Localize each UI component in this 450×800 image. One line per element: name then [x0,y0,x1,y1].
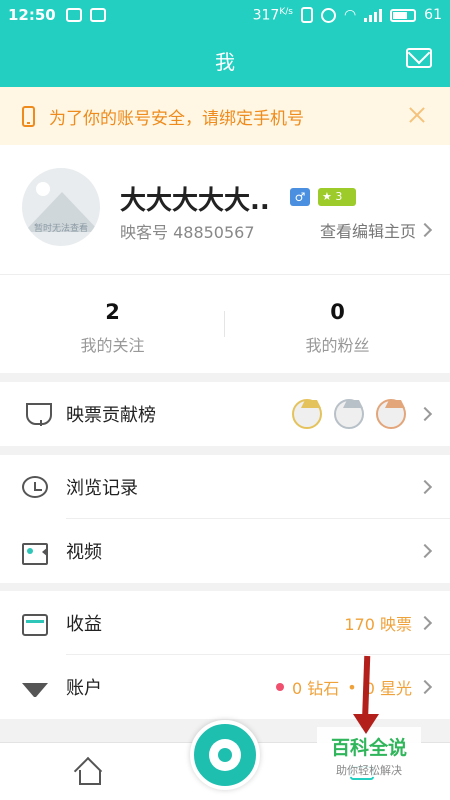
status-bar: 12:50 317K/s ◠ 61 [0,0,450,30]
stats-divider [224,311,225,337]
history-row[interactable]: 浏览记录 [0,455,450,519]
ranking-right [292,399,433,429]
account-row[interactable]: 账户 0 钻石 • 0 星光 [0,655,450,719]
star-icon: ★ [322,190,332,203]
gold-crown-avatar [292,399,322,429]
chevron-right-icon [417,406,433,422]
alarm-icon [320,7,336,23]
avatar-placeholder-text: 暂时无法查看 [33,224,88,234]
clock-icon [22,476,48,498]
watermark-title: 百科全说 [330,737,407,759]
edit-profile-label: 查看编辑主页 [319,222,416,241]
history-right [417,479,433,495]
profile-card: 暂时无法查看 大大大大大.. ♂ ★ 3 映客号 48850567 查看编辑主页 [0,145,450,275]
gender-badge: ♂ [290,188,310,206]
notification-icon [65,8,82,22]
watermark: 百科全说 助你轻松解决 [317,727,421,777]
trophy-icon [26,403,52,426]
chevron-right-icon [417,222,433,238]
income-row[interactable]: 收益 170 映票 [0,591,450,655]
account-right: 0 钻石 • 0 星光 [276,675,433,699]
income-value: 170 映票 [344,615,412,634]
status-time: 12:50 [8,6,56,24]
income-right: 170 映票 [344,611,433,635]
battery-icon [390,8,417,22]
annotation-arrow-head [353,714,379,734]
video-icon [22,543,48,565]
following-stat[interactable]: 2 我的关注 [0,275,225,373]
chevron-right-icon [417,479,433,495]
bronze-crown-avatar [376,399,406,429]
stats-bar: 2 我的关注 0 我的粉丝 [0,275,450,373]
level-value: 3 [335,190,343,203]
video-row[interactable]: 视频 [0,519,450,583]
avatar[interactable]: 暂时无法查看 [22,168,100,246]
silver-crown-avatar [334,399,364,429]
account-label: 账户 [66,678,102,699]
dot-separator: • [347,677,357,697]
video-label: 视频 [66,542,102,563]
edit-profile-link[interactable]: 查看编辑主页 [319,218,433,242]
header: 我 [0,30,450,87]
speed-value: 317 [252,7,280,24]
fans-count: 0 [330,300,345,324]
diamond-balance: 0 钻石 [292,679,340,698]
chevron-right-icon [417,543,433,559]
username: 大大大大大.. [120,186,270,216]
level-badge: ★ 3 [318,188,356,206]
wallet-icon [22,614,48,636]
ranking-row[interactable]: 映票贡献榜 [0,382,450,446]
wifi-icon: ◠ [343,7,357,23]
history-label: 浏览记录 [66,478,138,499]
fans-label: 我的粉丝 [305,336,370,355]
home-icon[interactable] [75,759,101,785]
star-balance: 0 星光 [364,679,412,698]
watermark-subtitle: 助你轻松解决 [336,764,402,777]
user-id: 映客号 48850567 [120,223,255,242]
diamond-icon [22,683,48,705]
battery-level: 61 [424,7,442,23]
chevron-right-icon [417,679,433,695]
red-dot-icon [276,683,284,691]
network-speed: 317K/s [253,7,293,24]
following-count: 2 [105,300,120,324]
video-right [417,543,433,559]
following-label: 我的关注 [80,336,145,355]
chevron-right-icon [417,615,433,631]
live-record-button[interactable] [190,720,260,790]
banner-text: 为了你的账号安全，请绑定手机号 [49,108,304,129]
image-icon [89,8,106,22]
close-icon[interactable] [408,106,426,124]
phone-icon [22,105,35,127]
page-title: 我 [215,50,235,74]
signal-icon [364,8,383,22]
fans-stat[interactable]: 0 我的粉丝 [225,275,450,373]
top-contributors [292,399,406,429]
speed-unit: K/s [279,6,293,17]
bind-phone-banner[interactable]: 为了你的账号安全，请绑定手机号 [0,87,450,145]
vibrate-icon [300,7,313,23]
mail-icon[interactable] [406,48,432,68]
income-label: 收益 [66,614,102,635]
ranking-label: 映票贡献榜 [66,405,156,426]
